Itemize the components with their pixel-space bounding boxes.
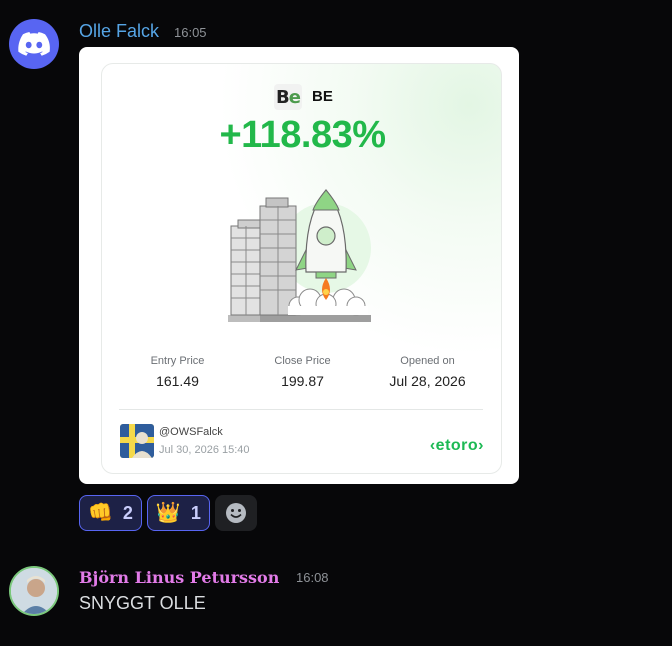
user-avatar <box>120 424 154 458</box>
reaction-count: 1 <box>190 502 201 523</box>
ticker-logo-b: B <box>276 86 290 108</box>
timestamp[interactable]: 16:05 <box>174 25 207 41</box>
stat-value: 199.87 <box>281 373 324 389</box>
author-name[interactable]: Björn Linus Petursson <box>79 567 279 589</box>
stat-value: 161.49 <box>156 373 199 389</box>
ticker-logo: Be <box>274 84 302 110</box>
ticker-symbol: BE <box>312 88 333 105</box>
stat-close-price: Close Price 199.87 <box>245 354 360 389</box>
stat-label: Entry Price <box>150 355 205 367</box>
message-content: SNYGGT OLLE <box>79 593 206 613</box>
avatar[interactable] <box>9 19 59 69</box>
reactions-bar: 👊 2 👑 1 <box>79 495 257 531</box>
user-avatar-image <box>120 424 154 458</box>
trade-card: Be BE +118.83% Entry Price 161.49 Close … <box>101 63 502 474</box>
avatar-photo <box>11 568 57 614</box>
stat-value: Jul 28, 2026 <box>389 373 466 389</box>
fist-emoji-icon: 👊 <box>88 502 113 524</box>
reaction-count: 2 <box>122 502 133 523</box>
etoro-logo: ‹etoro› <box>429 437 484 454</box>
stat-label: Close Price <box>274 355 331 367</box>
add-reaction-icon <box>225 503 246 523</box>
rocket-launch-icon <box>228 189 371 322</box>
discord-logo-icon <box>18 32 50 56</box>
shared-date: Jul 30, 2026 15:40 <box>159 444 250 456</box>
reaction-crown[interactable]: 👑 1 <box>146 495 210 531</box>
timestamp[interactable]: 16:08 <box>296 570 329 586</box>
author-name[interactable]: Olle Falck <box>79 20 159 42</box>
divider <box>119 409 483 410</box>
crown-emoji-icon: 👑 <box>155 502 181 524</box>
stat-label: Opened on <box>400 355 455 367</box>
stat-entry-price: Entry Price 161.49 <box>120 354 235 389</box>
message-olle: Olle Falck 16:05 Be BE +118.83% Entry Pr… <box>0 0 672 540</box>
add-reaction-button[interactable] <box>214 495 257 531</box>
avatar[interactable] <box>9 566 59 616</box>
ticker-logo-e: e <box>288 86 301 108</box>
embed-image[interactable]: Be BE +118.83% Entry Price 161.49 Close … <box>79 47 519 484</box>
stat-opened-on: Opened on Jul 28, 2026 <box>370 354 485 389</box>
user-handle: @OWSFalck <box>159 426 223 438</box>
percent-change: +118.83% <box>219 114 386 156</box>
trade-stats: Entry Price 161.49 Close Price 199.87 Op… <box>120 354 485 389</box>
reaction-fist[interactable]: 👊 2 <box>79 495 142 531</box>
